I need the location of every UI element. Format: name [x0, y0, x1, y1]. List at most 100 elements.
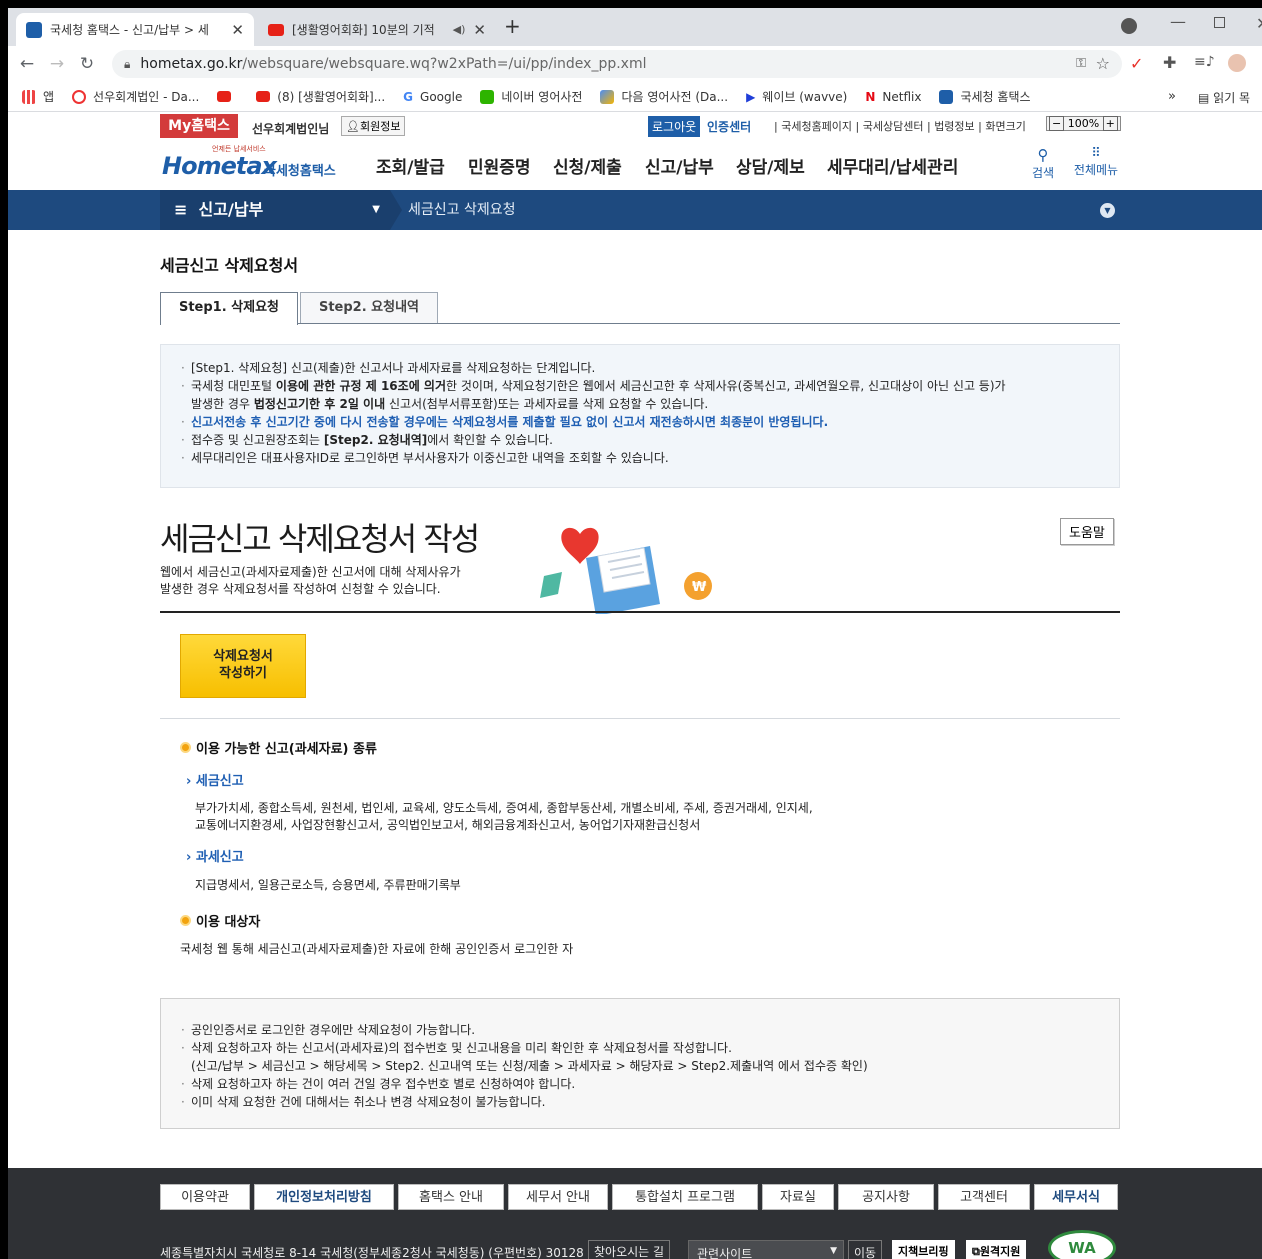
- divider: [160, 718, 1120, 719]
- section-label: 이용 대상자: [196, 915, 261, 930]
- section-available-types: 이용 가능한 신고(과세자료) 종류: [180, 738, 377, 757]
- bookmark-item[interactable]: 다음 영어사전 (Da...: [600, 88, 728, 105]
- member-info-label: 회원정보: [359, 120, 401, 133]
- navigation-bar: ← → ↻ 🔒︎ hometax.go.kr /websquare/websqu…: [8, 46, 1262, 82]
- page-title: 세금신고 삭제요청서: [160, 256, 299, 275]
- logo-main: Hometax: [162, 152, 277, 180]
- speaker-icon[interactable]: ◀): [453, 23, 466, 36]
- back-icon[interactable]: ←: [12, 54, 42, 74]
- puzzle-icon[interactable]: ✚: [1163, 53, 1176, 72]
- policy-briefing-link[interactable]: 지책브리핑: [892, 1240, 955, 1259]
- bookmark-label: 선우회계법인 - Da...: [93, 90, 200, 104]
- all-menu-button[interactable]: ⠿ 전체메뉴: [1070, 146, 1122, 178]
- tax-report-types: 부가가치세, 종합소득세, 원천세, 법인세, 교육세, 양도소득세, 증여세,…: [195, 800, 813, 834]
- help-button[interactable]: 도움말: [1060, 518, 1114, 545]
- link-consult-center[interactable]: 국세상담센터: [863, 120, 924, 133]
- gnb-apply[interactable]: 신청/제출: [553, 153, 622, 178]
- eligible-users-text: 국세청 웹 통해 세금신고(과세자료제출)한 자료에 한해 공인인증서 로그인한…: [180, 942, 574, 956]
- footer-library[interactable]: 자료실: [762, 1184, 834, 1210]
- zoom-out-button[interactable]: −: [1049, 116, 1065, 131]
- zoom-value: 100%: [1067, 117, 1100, 130]
- site-util-bar: My홈택스 선우회계법인님 👤︎회원정보 로그아웃 인증센터 | 국세청홈페이지…: [8, 112, 1262, 140]
- hometax-icon: [939, 89, 954, 104]
- breadcrumb-current: 세금신고 삭제요청: [408, 202, 516, 218]
- close-window-icon[interactable]: ✕: [1256, 14, 1262, 33]
- close-icon[interactable]: ✕: [473, 21, 486, 39]
- tab-underline: [298, 323, 1120, 324]
- cert-center-link[interactable]: 인증센터: [707, 118, 751, 135]
- gnb-inquiry[interactable]: 조회/발급: [376, 153, 445, 178]
- tab-search-icon[interactable]: [1121, 18, 1137, 34]
- media-control-icon[interactable]: ≡♪: [1194, 54, 1215, 70]
- logout-button[interactable]: 로그아웃: [648, 116, 701, 137]
- search-button[interactable]: ⚲ 검색: [1029, 146, 1057, 181]
- address-bar[interactable]: 🔒︎ hometax.go.kr /websquare/websquare.wq…: [112, 50, 1122, 78]
- find-way-button[interactable]: 찾아오시는 길: [588, 1240, 671, 1259]
- zoom-in-button[interactable]: +: [1102, 116, 1118, 131]
- gnb-report-pay[interactable]: 신고/납부: [645, 153, 714, 178]
- link-nts-home[interactable]: 국세청홈페이지: [781, 120, 852, 133]
- bookmark-youtube[interactable]: [217, 91, 238, 102]
- profile-avatar-icon[interactable]: [1228, 54, 1246, 72]
- go-button[interactable]: 이동: [848, 1240, 883, 1259]
- footer-terms[interactable]: 이용약관: [160, 1184, 250, 1210]
- link-law-info[interactable]: 법령정보: [934, 120, 974, 133]
- breadcrumb-arrow-icon: [390, 190, 402, 230]
- close-icon[interactable]: ✕: [231, 21, 244, 39]
- bookmark-item[interactable]: 선우회계법인 - Da...: [72, 88, 199, 105]
- star-icon[interactable]: ☆: [1096, 54, 1110, 73]
- menu-dropdown[interactable]: ≡ 신고/납부 ▼: [160, 190, 390, 230]
- wavve-icon: ▶: [746, 89, 756, 104]
- remote-support-label: 원격지원: [979, 1245, 1021, 1258]
- search-icon: ⚲: [1037, 146, 1049, 164]
- footer-privacy[interactable]: 개인정보처리방침: [254, 1184, 394, 1210]
- browser-tab-hometax[interactable]: 국세청 홈택스 - 신고/납부 > 세 ✕: [16, 13, 254, 46]
- browser-tab-youtube[interactable]: [생활영어회화] 10분의 기적 ◀) ✕: [258, 13, 496, 46]
- bookmark-item[interactable]: N Netflix: [865, 90, 921, 104]
- bookmarks-bar: 앱 선우회계법인 - Da... (8) [생활영어회화]... G Google…: [8, 82, 1262, 112]
- bookmark-item[interactable]: ▶ 웨이브 (wavve): [746, 88, 847, 105]
- member-info-button[interactable]: 👤︎회원정보: [341, 116, 406, 136]
- remote-support-button[interactable]: ⧉원격지원: [966, 1240, 1027, 1259]
- write-request-button[interactable]: 삭제요청서 작성하기: [180, 634, 306, 698]
- related-sites-select[interactable]: 관련사이트 ▼: [688, 1240, 844, 1259]
- footer-notice[interactable]: 공지사항: [838, 1184, 934, 1210]
- subsection-tax-data: › 과세신고: [186, 846, 244, 865]
- footer-hometax-guide[interactable]: 홈택스 안내: [398, 1184, 504, 1210]
- notice-line: 삭제 요청하고자 하는 신고서(과세자료)의 접수번호 및 신고내용을 미리 확…: [179, 1039, 1101, 1075]
- extension-check-icon[interactable]: ✓: [1130, 54, 1143, 73]
- forward-icon[interactable]: →: [42, 54, 72, 74]
- footer-install-program[interactable]: 통합설치 프로그램: [612, 1184, 758, 1210]
- footer-customer-center[interactable]: 고객센터: [938, 1184, 1030, 1210]
- reading-list-button[interactable]: ▤ 읽기 목: [1198, 89, 1250, 106]
- bookmark-item[interactable]: 네이버 영어사전: [480, 88, 582, 105]
- bookmark-item[interactable]: G Google: [403, 90, 462, 104]
- reload-icon[interactable]: ↻: [72, 54, 102, 74]
- hometax-logo[interactable]: 언제든 납세서비스 Hometax 국세청홈택스: [160, 142, 350, 186]
- info-line: 국세청 대민포털 이용에 관한 규정 제 16조에 의거한 것이며, 삭제요청기…: [179, 377, 1101, 413]
- notice-line: 삭제 요청하고자 하는 건이 여러 건일 경우 접수번호 별로 신청하여야 합니…: [179, 1075, 1101, 1093]
- bookmark-item[interactable]: 국세청 홈택스: [939, 88, 1031, 105]
- subsection-label: 과세신고: [195, 850, 244, 865]
- gnb-certificate[interactable]: 민원증명: [468, 153, 531, 178]
- bookmark-item[interactable]: (8) [생활영어회화]...: [256, 88, 385, 105]
- site-footer: 이용약관 개인정보처리방침 홈택스 안내 세무서 안내 통합설치 프로그램 자료…: [8, 1168, 1262, 1259]
- chevron-down-icon[interactable]: ▼: [1100, 203, 1115, 218]
- arrow-right-icon: ›: [186, 774, 196, 789]
- footer-tax-forms[interactable]: 세무서식: [1034, 1184, 1118, 1210]
- maximize-icon[interactable]: [1214, 17, 1225, 28]
- key-icon[interactable]: ⚿: [1076, 56, 1086, 71]
- footer-taxoffice-guide[interactable]: 세무서 안내: [508, 1184, 608, 1210]
- search-label: 검색: [1031, 166, 1055, 180]
- subsection-label: 세금신고: [195, 774, 244, 789]
- minimize-icon[interactable]: —: [1170, 12, 1186, 31]
- bookmark-apps[interactable]: 앱: [22, 88, 54, 105]
- tab-step2[interactable]: Step2. 요청내역: [300, 292, 438, 324]
- bookmarks-more-button[interactable]: »: [1168, 89, 1176, 104]
- new-tab-button[interactable]: +: [504, 14, 521, 38]
- myhometax-button[interactable]: My홈택스: [160, 114, 238, 138]
- tab-step1[interactable]: Step1. 삭제요청: [160, 292, 298, 325]
- gnb-consult[interactable]: 상담/제보: [736, 153, 805, 178]
- gnb-tax-agent[interactable]: 세무대리/납세관리: [827, 153, 958, 178]
- util-links: | 국세청홈페이지 | 국세상담센터 | 법령정보 | 화면크기: [774, 120, 1026, 133]
